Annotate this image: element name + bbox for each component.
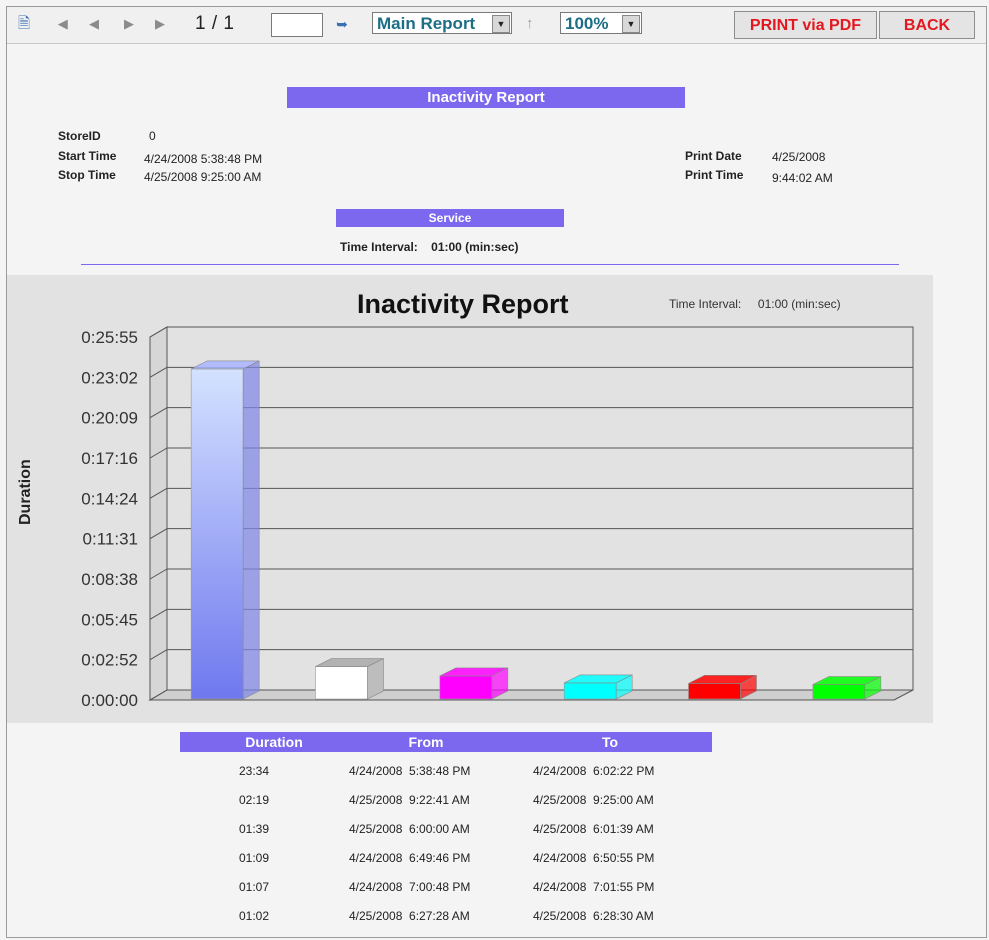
time-interval-label: Time Interval: [340,240,418,254]
to-cell: 4/24/2008 6:50:55 PM [533,851,655,865]
stop-time-label: Stop Time [58,168,116,182]
chart-y-axis-label: Duration [17,459,34,525]
chart-time-interval-label: Time Interval: [669,297,742,311]
chart-bar [688,683,741,700]
back-button[interactable]: BACK [879,11,975,39]
from-cell: 4/24/2008 5:38:48 PM [349,764,471,778]
chart-back-wall [166,326,914,691]
parent-report-icon[interactable]: ↑ [526,15,534,32]
start-time-value: 4/24/2008 5:38:48 PM [144,152,263,166]
service-header: Service [336,209,564,227]
column-header-from: From [408,734,444,750]
next-page-icon[interactable]: ▶ [120,15,138,33]
y-tick-label: 0:23:02 [81,368,138,387]
y-tick-label: 0:08:38 [81,570,138,589]
from-cell: 4/25/2008 6:27:28 AM [349,909,470,923]
duration-cell: 01:07 [239,880,270,894]
y-tick-label: 0:14:24 [81,489,138,508]
duration-cell: 23:34 [239,764,270,778]
chevron-down-icon[interactable]: ▼ [622,15,640,33]
chart-floor [148,689,914,701]
chart-side-wall [149,326,168,701]
column-header-to: To [601,734,619,750]
store-id-label: StoreID [58,129,101,143]
to-cell: 4/25/2008 6:01:39 AM [533,822,654,836]
from-cell: 4/24/2008 7:00:48 PM [349,880,471,894]
chevron-down-icon[interactable]: ▼ [492,15,510,33]
chart-bar [190,368,244,700]
header-divider [81,264,899,265]
chart-canvas: 0:00:00 0:02:52 0:05:45 0:08:38 0:11:31 0:14:… [81,326,914,710]
toolbar: 🗎 ◀ ◀ ▶ ▶ 1 / 1 ➥ Main Report ▼ ↑ 100% ▼… [7,7,986,44]
zoom-select[interactable]: 100% ▼ [560,12,642,34]
report-title: Inactivity Report [287,87,685,108]
y-tick-label: 0:20:09 [81,409,138,428]
print-time-label: Print Time [685,168,744,182]
duration-cell: 01:39 [239,822,270,836]
y-tick-label: 0:17:16 [81,449,138,468]
from-cell: 4/25/2008 9:22:41 AM [349,793,470,807]
y-tick-label: 0:25:55 [81,328,138,347]
chart-bar [315,666,368,700]
from-cell: 4/24/2008 6:49:46 PM [349,851,471,865]
time-interval-value: 01:00 (min:sec) [431,240,519,254]
previous-page-icon[interactable]: ◀ [85,15,103,33]
chart-time-interval: Time Interval: 01:00 (min:sec) [669,297,841,311]
duration-cell: 01:09 [239,851,270,865]
to-cell: 4/24/2008 6:02:22 PM [533,764,655,778]
report-select-value: Main Report [377,14,476,33]
print-date-value: 4/25/2008 [772,150,826,164]
y-tick-label: 0:11:31 [83,530,138,549]
go-to-page-icon[interactable]: ➥ [333,15,351,33]
store-id-value: 0 [149,129,156,143]
report-viewer: 🗎 ◀ ◀ ▶ ▶ 1 / 1 ➥ Main Report ▼ ↑ 100% ▼… [6,6,987,938]
from-cell: 4/25/2008 6:00:00 AM [349,822,470,836]
zoom-select-value: 100% [565,14,609,33]
export-icon[interactable]: 🗎 [15,15,33,33]
to-cell: 4/24/2008 7:01:55 PM [533,880,655,894]
stop-time-value: 4/25/2008 9:25:00 AM [144,170,262,184]
page-indicator: 1 / 1 [195,13,235,34]
first-page-icon[interactable]: ◀ [55,15,73,33]
report-select[interactable]: Main Report ▼ [372,12,512,34]
chart-bar-side [242,360,260,700]
chart-bar [812,684,866,700]
time-interval: Time Interval: 01:00 (min:sec) [340,240,519,254]
print-time-value: 9:44:02 AM [772,171,833,185]
to-cell: 4/25/2008 9:25:00 AM [533,793,654,807]
chart-title: Inactivity Report [357,289,569,319]
print-date-label: Print Date [685,149,742,163]
page-number-input[interactable] [271,13,323,37]
duration-cell: 01:02 [239,909,270,923]
chart-bar [563,682,617,700]
duration-cell: 02:19 [239,793,270,807]
table-header: Duration From To [180,732,712,752]
y-tick-label: 0:02:52 [81,651,138,670]
last-page-icon[interactable]: ▶ [151,15,169,33]
chart-bar [439,675,493,700]
y-tick-label: 0:00:00 [81,691,138,710]
y-tick-label: 0:05:45 [81,610,138,629]
to-cell: 4/25/2008 6:28:30 AM [533,909,654,923]
column-header-duration: Duration [245,734,303,750]
inactivity-chart: 0:00:00 0:02:52 0:05:45 0:08:38 0:11:31 0:14:… [7,275,933,723]
print-via-pdf-button[interactable]: PRINT via PDF [734,11,877,39]
start-time-label: Start Time [58,149,117,163]
chart-time-interval-value: 01:00 (min:sec) [757,297,841,311]
